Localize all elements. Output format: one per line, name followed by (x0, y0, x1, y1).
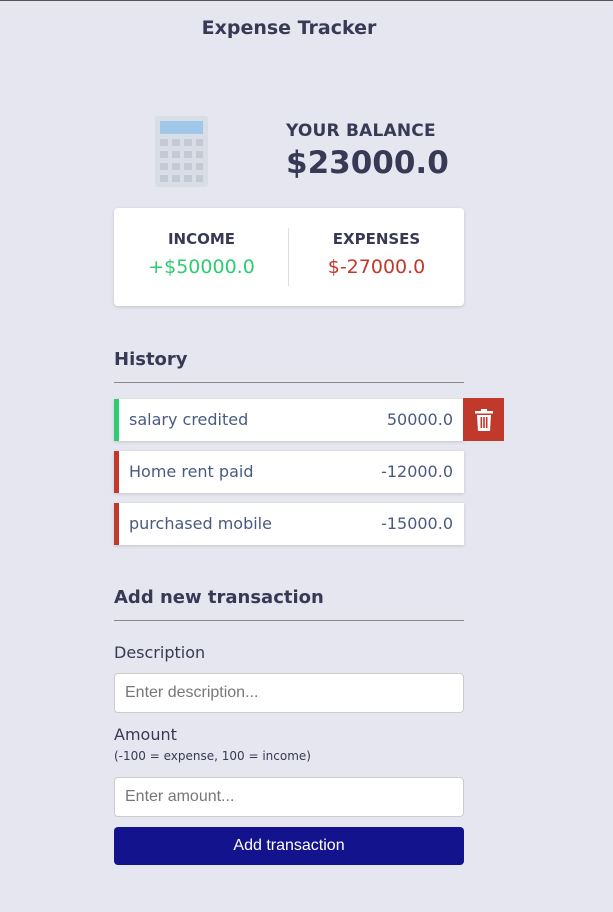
trash-icon (474, 408, 493, 431)
description-input[interactable] (114, 673, 464, 713)
description-label: Description (114, 643, 206, 662)
history-item-amount: 50000.0 (386, 410, 453, 429)
history-item-description: Home rent paid (129, 462, 254, 481)
income-column: INCOME +$50000.0 (114, 208, 289, 278)
expense-value: $-27000.0 (327, 256, 426, 278)
amount-input[interactable] (114, 777, 464, 817)
history-item-description: salary credited (129, 410, 249, 429)
expense-column: EXPENSES $-27000.0 (289, 208, 464, 278)
history-title: History (114, 349, 188, 370)
balance-value: $23000.0 (286, 145, 449, 181)
expense-label: EXPENSES (332, 230, 421, 248)
amount-label: Amount (114, 725, 177, 744)
history-item-description: purchased mobile (129, 514, 272, 533)
history-divider (114, 382, 464, 383)
form-divider (114, 620, 464, 621)
income-label: INCOME (167, 230, 236, 248)
add-transaction-button[interactable]: Add transaction (114, 827, 464, 865)
history-item[interactable]: salary credited 50000.0 (114, 399, 464, 441)
history-item-amount: -12000.0 (381, 462, 453, 481)
income-value: +$50000.0 (148, 256, 255, 278)
history-item-amount: -15000.0 (381, 514, 453, 533)
history-item[interactable]: Home rent paid -12000.0 (114, 451, 464, 493)
history-item[interactable]: purchased mobile -15000.0 (114, 503, 464, 545)
summary-card: INCOME +$50000.0 EXPENSES $-27000.0 (114, 208, 464, 306)
delete-button[interactable] (463, 398, 504, 441)
form-title: Add new transaction (114, 587, 324, 608)
balance-label: YOUR BALANCE (286, 121, 436, 141)
calculator-icon (155, 116, 208, 187)
app-title: Expense Tracker (201, 17, 377, 39)
amount-hint: (-100 = expense, 100 = income) (114, 749, 311, 763)
